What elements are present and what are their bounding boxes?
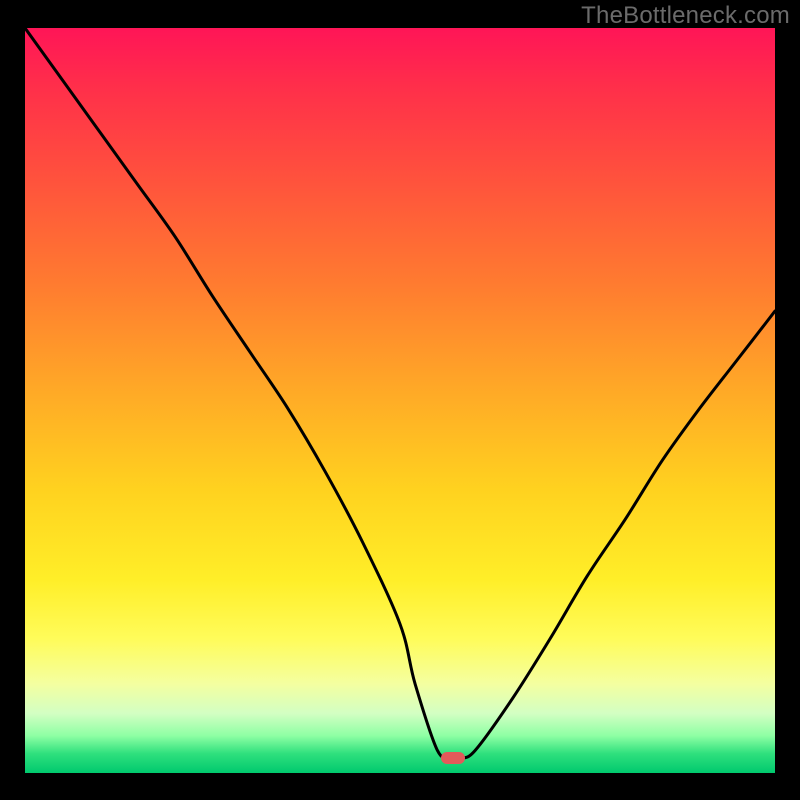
watermark-label: TheBottleneck.com bbox=[581, 2, 790, 30]
chart-frame: TheBottleneck.com bbox=[0, 0, 800, 800]
plot-area bbox=[25, 28, 775, 773]
optimum-marker bbox=[441, 752, 465, 764]
bottleneck-curve bbox=[25, 28, 775, 773]
